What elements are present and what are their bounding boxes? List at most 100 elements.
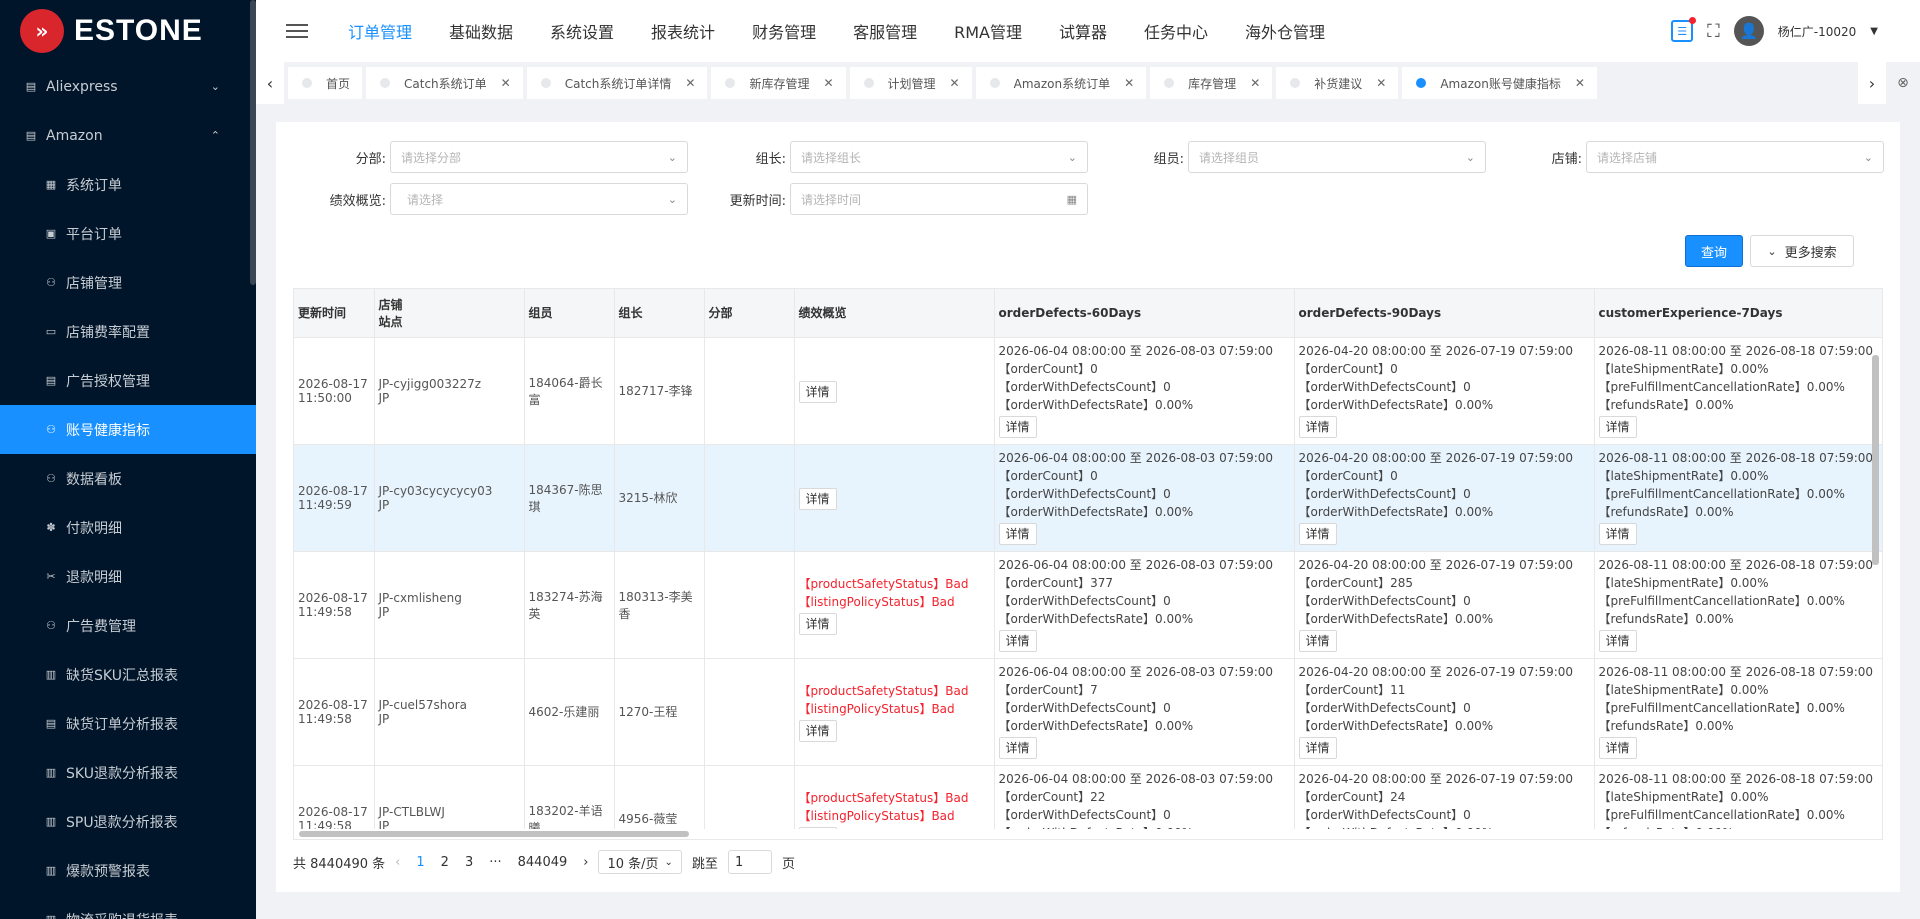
avatar[interactable]: 👤: [1733, 16, 1764, 46]
tab[interactable]: 新库存管理 ✕: [711, 67, 846, 99]
metric-line: 【refundsRate】0.00%: [1598, 718, 1734, 733]
detail-button[interactable]: 详情: [1598, 415, 1637, 438]
sidebar-item[interactable]: ▤ 缺货订单分析报表: [0, 699, 256, 748]
sidebar-item[interactable]: ▤ Aliexpress ⌄: [0, 62, 256, 111]
sidebar-item[interactable]: ▥ 爆款预警报表: [0, 846, 256, 895]
detail-button[interactable]: 详情: [798, 487, 837, 510]
detail-button[interactable]: 详情: [998, 736, 1037, 759]
sidebar-item[interactable]: ✂ 退款明细: [0, 552, 256, 601]
detail-button[interactable]: 详情: [1298, 629, 1337, 652]
top-nav-item[interactable]: 系统设置: [550, 19, 614, 43]
page-item[interactable]: 1: [410, 855, 430, 870]
sidebar-item[interactable]: ▥ 缺货SKU汇总报表: [0, 650, 256, 699]
detail-button[interactable]: 详情: [1598, 629, 1637, 652]
perf-status: 【listingPolicyStatus】Bad: [798, 701, 955, 716]
tab[interactable]: 库存管理 ✕: [1150, 67, 1273, 99]
metric-cell: 2026-06-04 08:00:00 至 2026-08-03 07:59:0…: [994, 337, 1295, 445]
top-nav-item[interactable]: 基础数据: [449, 19, 513, 43]
detail-button[interactable]: 详情: [1298, 736, 1337, 759]
time-picker[interactable]: 请选择时间 ▦: [790, 183, 1088, 215]
tab[interactable]: Catch系统订单 ✕: [366, 67, 523, 99]
detail-button[interactable]: 详情: [798, 719, 837, 742]
leader-select[interactable]: 请选择组长 ⌄: [790, 141, 1088, 173]
top-nav-item[interactable]: 财务管理: [752, 19, 816, 43]
sidebar-item[interactable]: ⚇ 账号健康指标: [0, 405, 256, 454]
tab[interactable]: 首页: [288, 67, 363, 99]
close-icon[interactable]: ✕: [1124, 76, 1134, 90]
more-search-button[interactable]: ⌄ 更多搜索: [1750, 235, 1854, 267]
hamburger-icon[interactable]: [286, 24, 308, 38]
top-nav-item[interactable]: 任务中心: [1144, 19, 1208, 43]
detail-button[interactable]: 详情: [998, 522, 1037, 545]
leader-cell: 3215-林欣: [614, 444, 705, 552]
jump-input[interactable]: 1: [727, 850, 772, 874]
detail-button[interactable]: 详情: [1298, 415, 1337, 438]
close-all-tabs-icon[interactable]: ⊗: [1886, 75, 1920, 91]
sidebar-item[interactable]: ▥ SKU退款分析报表: [0, 748, 256, 797]
tab[interactable]: Amazon系统订单 ✕: [975, 67, 1147, 99]
tab-next-icon[interactable]: ›: [1858, 62, 1886, 104]
table-horizontal-scrollbar[interactable]: [294, 829, 1882, 839]
prev-page-icon[interactable]: ‹: [395, 855, 400, 870]
page-size-select[interactable]: 10 条/页 ⌄: [598, 850, 682, 874]
col-od60: orderDefects-60Days: [994, 289, 1295, 338]
close-icon[interactable]: ✕: [1575, 76, 1585, 90]
store-select[interactable]: 请选择店铺 ⌄: [1586, 141, 1884, 173]
detail-button[interactable]: 详情: [1598, 736, 1637, 759]
jump-label: 跳至: [691, 856, 718, 872]
page-item[interactable]: ···: [483, 855, 507, 870]
filter-time: 更新时间: 请选择时间 ▦: [696, 183, 1088, 215]
sidebar-item[interactable]: ▭ 店铺费率配置: [0, 307, 256, 356]
tab[interactable]: 计划管理 ✕: [849, 67, 972, 99]
page-item[interactable]: 3: [459, 855, 479, 870]
user-name[interactable]: 杨仁广-10020: [1778, 23, 1857, 40]
top-nav-item[interactable]: RMA管理: [954, 19, 1022, 43]
sidebar-item[interactable]: ⚇ 数据看板: [0, 454, 256, 503]
tab-prev-icon[interactable]: ‹: [256, 62, 284, 104]
table-vertical-scrollbar[interactable]: [1872, 339, 1879, 839]
leader-cell: 1270-王程: [614, 658, 705, 766]
close-icon[interactable]: ✕: [501, 76, 511, 90]
sidebar-item[interactable]: ▦ 系统订单: [0, 160, 256, 209]
close-icon[interactable]: ✕: [685, 76, 695, 90]
page-item[interactable]: 2: [435, 855, 455, 870]
task-list-icon[interactable]: ☰: [1671, 17, 1697, 42]
close-icon[interactable]: ✕: [1376, 76, 1386, 90]
top-nav-item[interactable]: 报表统计: [651, 19, 715, 43]
top-nav-item[interactable]: 试算器: [1059, 19, 1107, 43]
sidebar-item[interactable]: ✽ 付款明细: [0, 503, 256, 552]
detail-button[interactable]: 详情: [998, 415, 1037, 438]
sidebar-item[interactable]: ▥ SPU退款分析报表: [0, 797, 256, 846]
close-icon[interactable]: ✕: [950, 76, 960, 90]
sidebar-item[interactable]: ⚇ 店铺管理: [0, 258, 256, 307]
detail-button[interactable]: 详情: [1598, 522, 1637, 545]
caret-down-icon[interactable]: ▼: [1870, 26, 1878, 37]
fullscreen-icon[interactable]: ⛶: [1707, 21, 1720, 42]
member-cell: 4602-乐建丽: [524, 658, 615, 766]
member-select[interactable]: 请选择组员 ⌄: [1188, 141, 1486, 173]
sidebar-item[interactable]: ⚇ 广告费管理: [0, 601, 256, 650]
detail-button[interactable]: 详情: [798, 380, 837, 403]
perf-select[interactable]: 请选择 ⌄: [390, 183, 688, 215]
detail-button[interactable]: 详情: [798, 612, 837, 635]
sidebar-item[interactable]: ▤ 广告授权管理: [0, 356, 256, 405]
top-nav-item[interactable]: 海外仓管理: [1245, 19, 1325, 43]
next-page-icon[interactable]: ›: [583, 855, 588, 870]
query-button[interactable]: 查询: [1685, 235, 1743, 267]
tab[interactable]: Amazon账号健康指标 ✕: [1402, 67, 1597, 99]
sidebar-item[interactable]: ▣ 平台订单: [0, 209, 256, 258]
close-icon[interactable]: ✕: [1250, 76, 1260, 90]
tab[interactable]: Catch系统订单详情 ✕: [526, 67, 708, 99]
sidebar-item[interactable]: ▥ 物流采购退货报表: [0, 895, 256, 919]
top-nav-item[interactable]: 订单管理: [348, 19, 412, 43]
sidebar-item[interactable]: ▤ Amazon ⌃: [0, 111, 256, 160]
dept-select[interactable]: 请选择分部 ⌄: [390, 141, 688, 173]
close-icon[interactable]: ✕: [823, 76, 833, 90]
calendar-icon: ▦: [1066, 192, 1077, 206]
detail-button[interactable]: 详情: [1298, 522, 1337, 545]
page-item[interactable]: 844049: [512, 855, 574, 870]
chevron-icon: ⌃: [210, 129, 220, 142]
top-nav-item[interactable]: 客服管理: [853, 19, 917, 43]
detail-button[interactable]: 详情: [998, 629, 1037, 652]
tab[interactable]: 补货建议 ✕: [1276, 67, 1399, 99]
